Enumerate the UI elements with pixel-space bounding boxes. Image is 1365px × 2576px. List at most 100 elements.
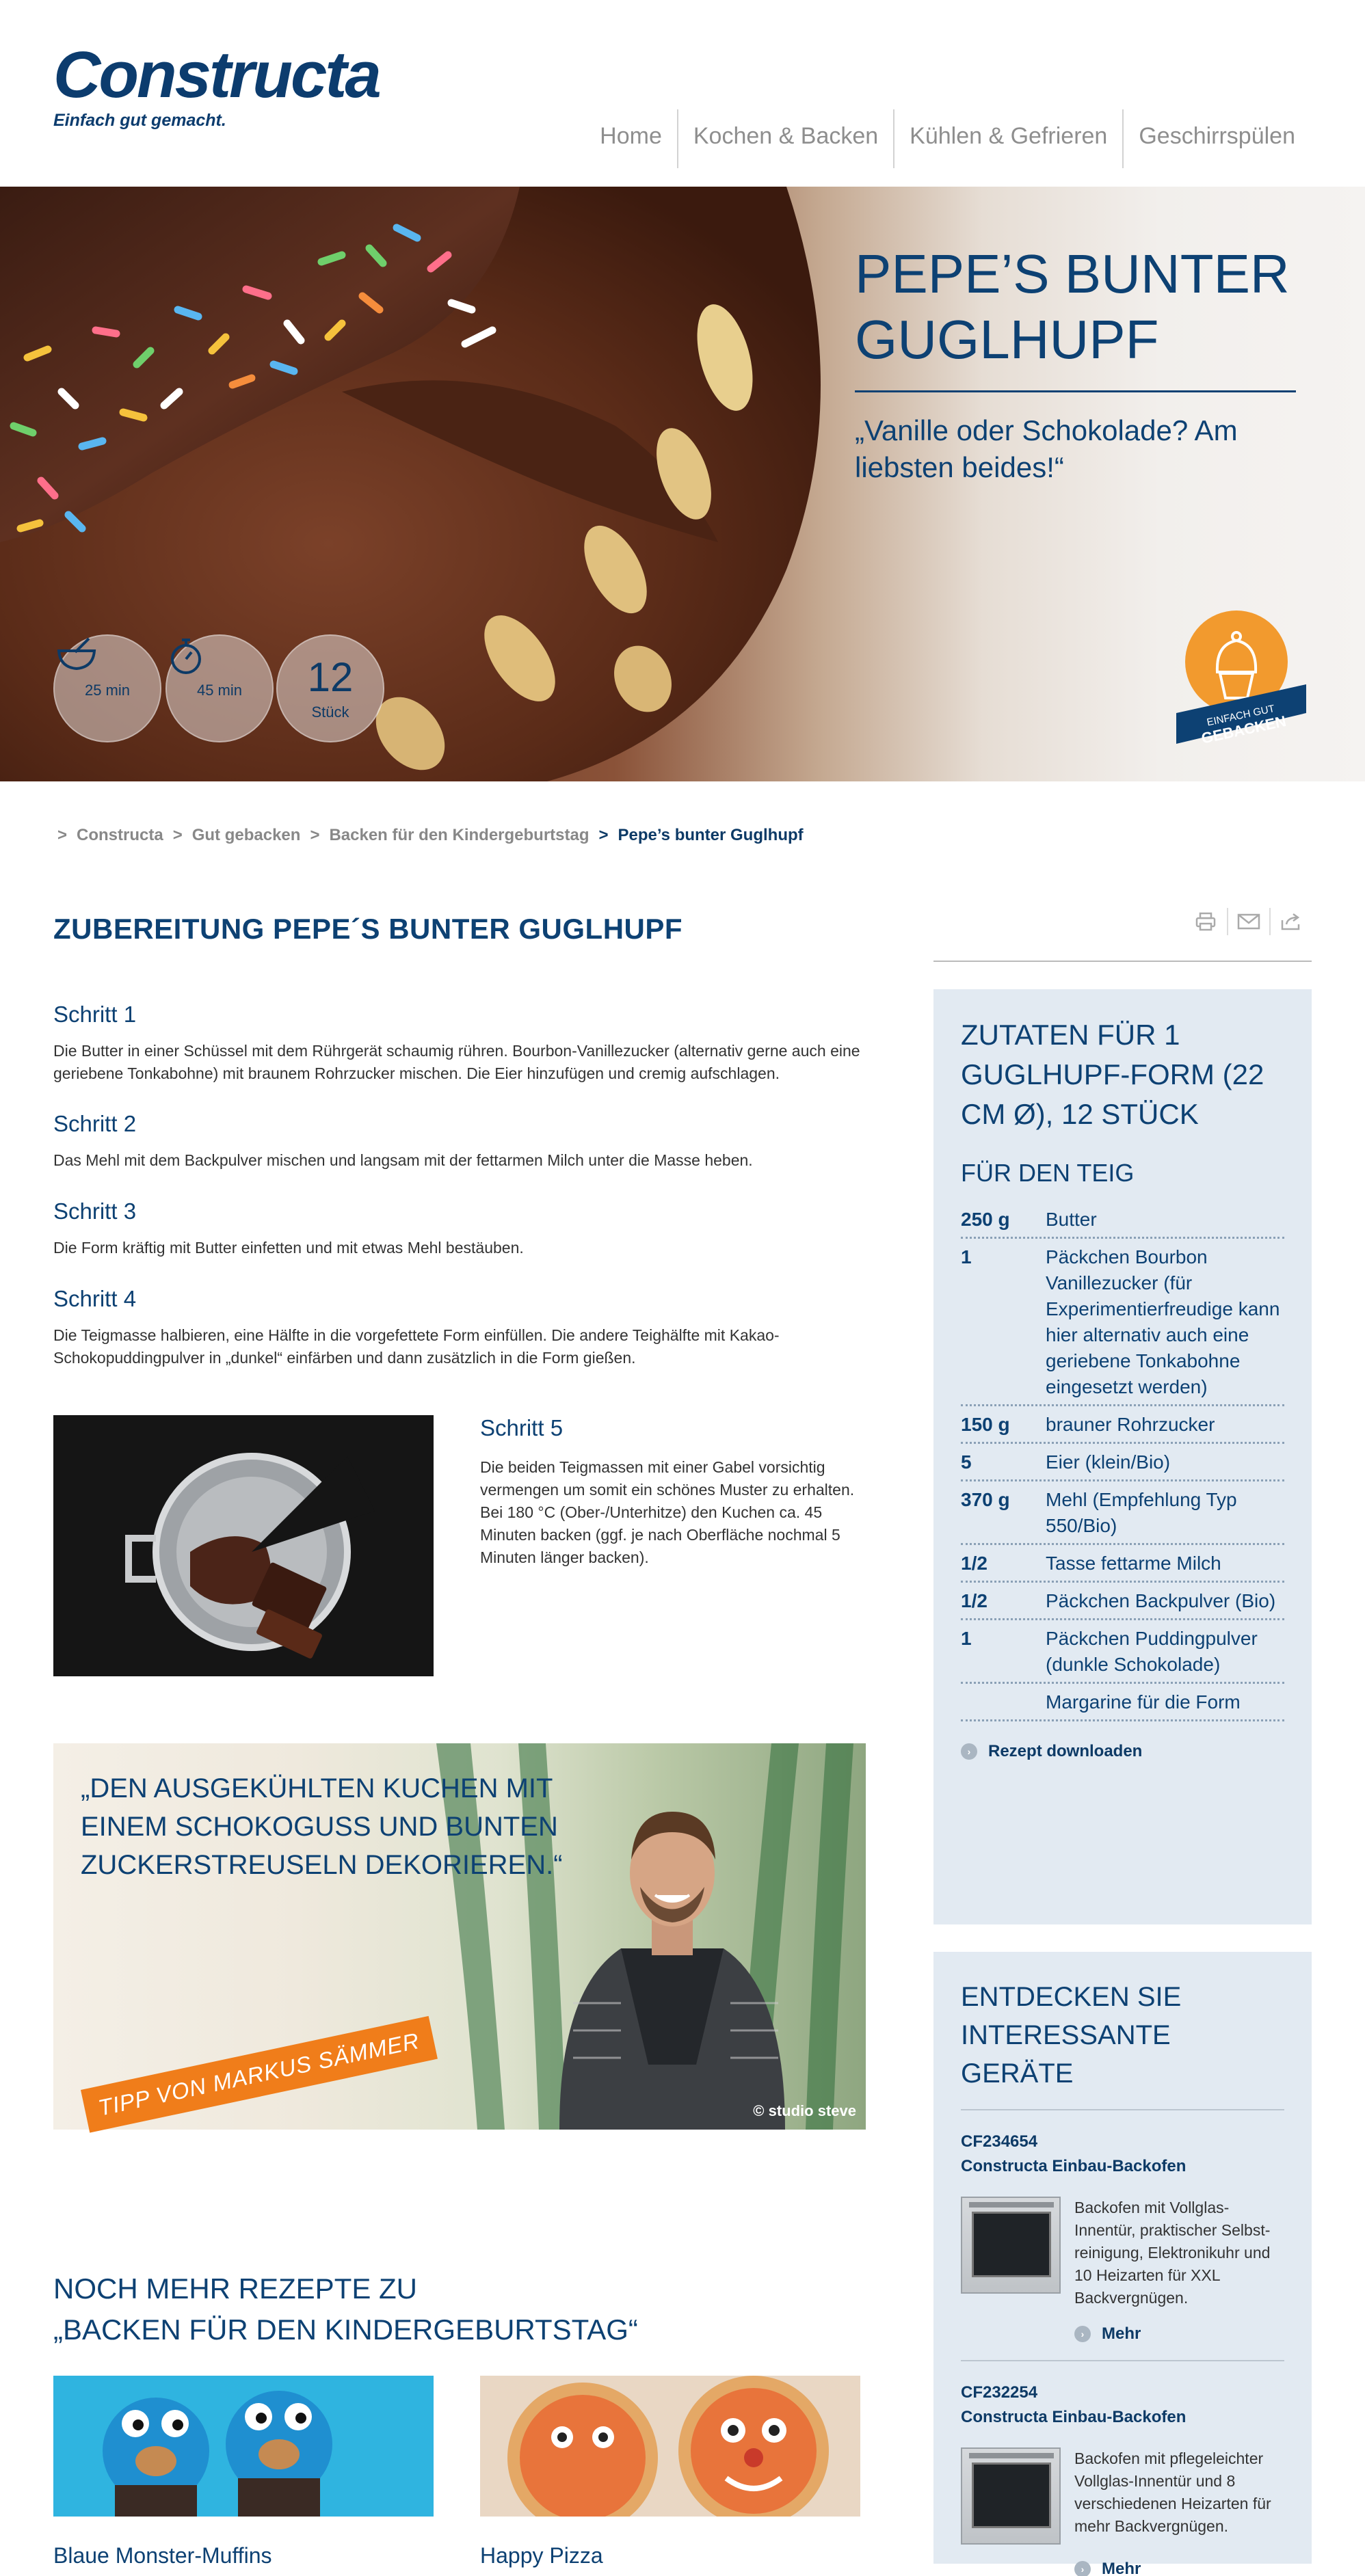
stat-prep-time: 25 min — [53, 634, 161, 742]
breadcrumb-separator: > — [57, 826, 68, 844]
step-4: Schritt 4 Die Teigmasse halbieren, eine … — [53, 1286, 867, 1369]
devices-box: ENTDECKEN SIE INTERESSANTE GERÄTE CF2346… — [933, 1952, 1312, 2576]
oven-image[interactable] — [961, 2447, 1061, 2545]
nav-home[interactable]: Home — [585, 109, 677, 168]
ingredient-name: Butter — [1046, 1209, 1097, 1230]
ingredient-name: Margarine für die Form — [1046, 1691, 1241, 1713]
device-name[interactable]: Constructa Einbau-Backofen — [961, 2405, 1284, 2430]
recipe-card-image-muffins[interactable] — [53, 2376, 434, 2517]
step-text: Das Mehl mit dem Backpulver mischen und … — [53, 1151, 753, 1169]
arrow-right-icon: › — [1074, 2326, 1091, 2342]
stat-prep-label: 25 min — [84, 682, 131, 699]
breadcrumb-separator: > — [598, 826, 609, 844]
recipe-card-image-pizza[interactable] — [480, 2376, 860, 2517]
device-more-link[interactable]: › Mehr — [1074, 2324, 1284, 2344]
ingredient-row: 1 Päckchen Puddingpulver (dunkle Schokola… — [961, 1620, 1284, 1684]
ingredient-qty: 5 — [961, 1451, 972, 1473]
ingredient-name: Mehl (Empfehlung Typ 550/Bio) — [1046, 1489, 1237, 1536]
breadcrumb-item-kindergeburtstag[interactable]: Backen für den Kindergeburtstag — [329, 826, 589, 845]
baking-pan-image — [53, 1415, 434, 1676]
step-text: Die Teigmasse halbieren, eine Hälfte in … — [53, 1326, 780, 1367]
brand-tagline: Einfach gut gemacht. — [53, 111, 226, 130]
device-item: CF234654 Constructa Einbau-Backofen Back… — [961, 2130, 1284, 2344]
ingredient-name: Eier (klein/Bio) — [1046, 1451, 1171, 1473]
devices-title: ENTDECKEN SIE INTERESSANTE GERÄTE — [961, 1982, 1182, 2089]
hero-divider — [855, 390, 1296, 392]
hero-quote: „Vanille oder Schokolade? Am liebsten be… — [855, 414, 1238, 483]
step-text-2: Bei 180 °C (Ober-/Unterhitze) den Kuchen… — [480, 1503, 840, 1566]
step-3: Schritt 3 Die Form kräftig mit Butter ei… — [53, 1198, 867, 1259]
step-text: Die Butter in einer Schüssel mit dem Rüh… — [53, 1042, 860, 1082]
site-header: Constructa Einfach gut gemacht. Home Koc… — [0, 0, 1365, 187]
printer-icon[interactable] — [1184, 908, 1227, 935]
stat-bake-label: 45 min — [196, 682, 243, 699]
gut-gebacken-badge: EINFACH GUT GEBACKEN — [1176, 611, 1306, 747]
device-more-label: Mehr — [1102, 2560, 1141, 2576]
download-recipe-link[interactable]: › Rezept downloaden — [961, 1742, 1284, 1761]
more-recipes-title-line1: NOCH MEHR REZEPTE ZU — [53, 2272, 418, 2305]
step-text: Die beiden Teigmassen mit einer Gabel vo… — [480, 1458, 855, 1499]
mail-icon[interactable] — [1227, 908, 1269, 935]
step-2: Schritt 2 Das Mehl mit dem Backpulver mi… — [53, 1111, 867, 1172]
nav-kuehlen-gefrieren[interactable]: Kühlen & Gefrieren — [893, 109, 1122, 168]
ingredient-name: Tasse fettarme Milch — [1046, 1553, 1221, 1574]
ingredient-row: 5 Eier (klein/Bio) — [961, 1444, 1284, 1481]
devices-divider — [961, 2109, 1284, 2110]
ingredient-name: Päckchen Puddingpulver (dunkle Schokolad… — [1046, 1628, 1258, 1675]
ingredient-row: 1/2 Tasse fettarme Milch — [961, 1545, 1284, 1583]
step-text: Die Form kräftig mit Butter einfetten un… — [53, 1239, 524, 1257]
device-more-link[interactable]: › Mehr — [1074, 2560, 1284, 2576]
breadcrumb-item-constructa[interactable]: Constructa — [77, 826, 163, 845]
breadcrumb-item-current: Pepe’s bunter Guglhupf — [618, 826, 804, 844]
hero-title: PEPE’S BUNTER GUGLHUPF — [855, 243, 1290, 370]
devices-divider — [961, 2360, 1284, 2361]
ingredient-qty: 1/2 — [961, 1590, 988, 1611]
ingredient-row: 1/2 Päckchen Backpulver (Bio) — [961, 1583, 1284, 1620]
recipe-link-muffins[interactable]: Blaue Monster-Muffins — [53, 2543, 272, 2568]
device-name[interactable]: Constructa Einbau-Backofen — [961, 2154, 1284, 2179]
share-icon[interactable] — [1269, 908, 1312, 935]
ingredients-title: ZUTATEN FÜR 1 GUGLHUPF-FORM (22 CM Ø), 1… — [961, 1019, 1264, 1130]
step-5: Schritt 5 Die beiden Teigmassen mit eine… — [480, 1415, 863, 1569]
nav-geschirrspuelen[interactable]: Geschirrspülen — [1122, 109, 1310, 168]
brand-logo[interactable]: Constructa Einfach gut gemacht. — [53, 38, 382, 131]
breadcrumb-separator: > — [310, 826, 320, 844]
ingredients-list: 250 g Butter 1 Päckchen Bourbon Vanillezuck… — [961, 1201, 1284, 1721]
ingredient-qty: 370 g — [961, 1489, 1010, 1510]
more-recipes-title-line2: „BACKEN FÜR DEN KINDERGEBURTSTAG“ — [53, 2313, 638, 2346]
brand-wordmark: Constructa — [53, 38, 382, 111]
nav-kochen-backen[interactable]: Kochen & Backen — [676, 109, 893, 168]
step-title: Schritt 3 — [53, 1198, 137, 1224]
arrow-right-icon: › — [961, 1743, 977, 1760]
device-model: CF232254 — [961, 2383, 1038, 2402]
share-toolbar — [1184, 908, 1312, 935]
ingredient-qty: 150 g — [961, 1414, 1010, 1435]
tip-quote: „DEN AUSGEKÜHLTEN KUCHEN MIT EINEM SCHOK… — [81, 1773, 563, 1880]
stat-bake-time: 45 min — [165, 634, 274, 742]
main-nav: Home Kochen & Backen Kühlen & Gefrieren … — [585, 109, 1310, 168]
device-description: Backofen mit pflegeleichter Vollglas-Inn… — [1074, 2450, 1271, 2535]
ingredient-name: Päckchen Bourbon Vanillezucker (für Expe… — [1046, 1246, 1280, 1397]
ingredient-qty: 1/2 — [961, 1553, 988, 1574]
step-title: Schritt 1 — [53, 1002, 137, 1027]
ingredient-qty: 1 — [961, 1246, 972, 1267]
recipe-link-pizza[interactable]: Happy Pizza — [480, 2543, 603, 2568]
breadcrumb-item-gut-gebacken[interactable]: Gut gebacken — [192, 826, 301, 845]
sidebar-divider — [933, 961, 1312, 962]
ingredient-row: 370 g Mehl (Empfehlung Typ 550/Bio) — [961, 1481, 1284, 1545]
device-more-label: Mehr — [1102, 2324, 1141, 2343]
step-title: Schritt 5 — [480, 1415, 564, 1440]
more-recipes-title: NOCH MEHR REZEPTE ZU „BACKEN FÜR DEN KIN… — [53, 2268, 638, 2350]
ingredient-qty — [961, 1689, 1046, 1715]
ingredients-subtitle: FÜR DEN TEIG — [961, 1159, 1135, 1187]
stat-servings-label: Stück — [311, 703, 349, 721]
ingredient-row: 150 g brauner Rohrzucker — [961, 1406, 1284, 1444]
step-title: Schritt 4 — [53, 1286, 137, 1311]
stat-servings: 12 Stück — [276, 634, 384, 742]
ingredients-box: ZUTATEN FÜR 1 GUGLHUPF-FORM (22 CM Ø), 1… — [933, 989, 1312, 1924]
step-title: Schritt 2 — [53, 1111, 137, 1136]
photo-credit: © studio steve — [753, 2102, 856, 2119]
oven-image[interactable] — [961, 2197, 1061, 2294]
arrow-right-icon: › — [1074, 2561, 1091, 2576]
ingredient-row: Margarine für die Form — [961, 1684, 1284, 1721]
